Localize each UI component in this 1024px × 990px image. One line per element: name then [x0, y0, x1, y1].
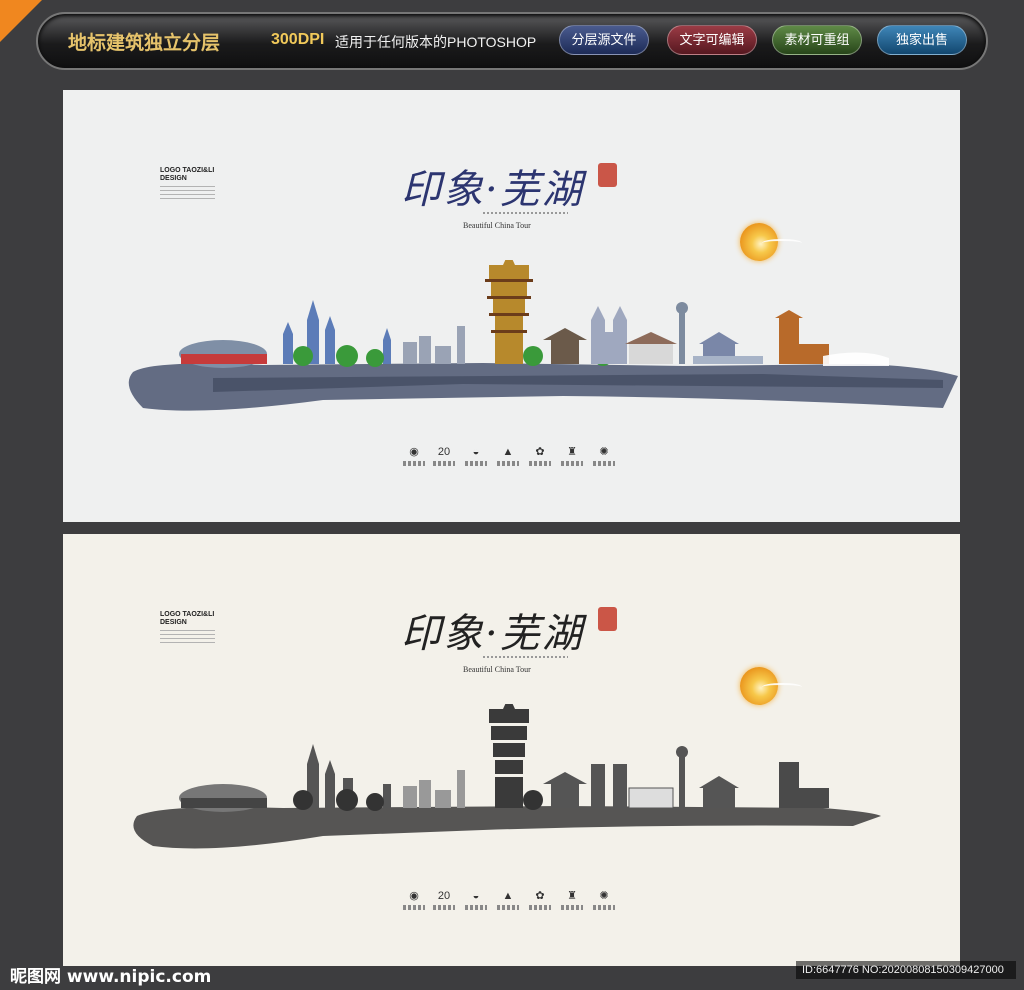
- editable-text-button[interactable]: 文字可编辑: [667, 25, 757, 55]
- feature-icon-row: ◉ 20 ◒ ▲ ✿ ♜ ✺: [403, 890, 623, 920]
- header-dpi: 300DPI: [271, 31, 325, 48]
- layered-source-button[interactable]: 分层源文件: [559, 25, 649, 55]
- flower-icon: ✿: [535, 446, 545, 458]
- red-seal-stamp: [598, 607, 617, 631]
- fan-icon: ◒: [472, 890, 480, 902]
- red-seal-stamp: [598, 163, 617, 187]
- poster-tagline: Beautiful China Tour: [463, 221, 531, 230]
- cloud-swirl: [762, 239, 802, 247]
- fan-icon: ◒: [472, 446, 480, 458]
- feature-icon-row: ◉ 20 ◒ ▲ ✿ ♜ ✺: [403, 446, 623, 476]
- poster-logo: LOGO TAOZI&LI DESIGN: [160, 167, 215, 182]
- graduation-cap-icon: ▲: [502, 890, 514, 902]
- poster-ink: LOGO TAOZI&LI DESIGN 印象·芜湖 Beautiful Chi…: [63, 534, 960, 966]
- tagline-dots: [483, 656, 568, 658]
- number-20-label: 20: [437, 446, 451, 458]
- watermark-brand: 昵图网 www.nipic.com: [10, 967, 212, 987]
- tagline-dots: [483, 212, 568, 214]
- header-bar: 地标建筑独立分层 300DPI 适用于任何版本的PHOTOSHOP 分层源文件 …: [36, 12, 988, 70]
- poster-tagline: Beautiful China Tour: [463, 665, 531, 674]
- number-20-label: 20: [437, 890, 451, 902]
- sun-rays-icon: ✺: [599, 890, 609, 902]
- poster-calligraphy-title: 印象·芜湖: [401, 167, 584, 213]
- flower-icon: ✿: [535, 890, 545, 902]
- cloud-swirl: [762, 683, 802, 691]
- city-skyline-ink: [133, 704, 881, 849]
- poster-logo: LOGO TAOZI&LI DESIGN: [160, 611, 215, 626]
- header-description: 适用于任何版本的PHOTOSHOP: [335, 34, 537, 50]
- graduation-cap-icon: ▲: [502, 446, 514, 458]
- building-icon: ♜: [567, 890, 577, 902]
- compass-icon: ◉: [409, 890, 419, 902]
- sun-rays-icon: ✺: [599, 446, 609, 458]
- logo-text-lines: [160, 186, 215, 200]
- compass-icon: ◉: [409, 446, 419, 458]
- building-icon: ♜: [567, 446, 577, 458]
- recombine-material-button[interactable]: 素材可重组: [772, 25, 862, 55]
- poster-calligraphy-title: 印象·芜湖: [401, 611, 584, 657]
- image-id-label: ID:6647776 NO:20200808150309427000: [796, 961, 1016, 979]
- header-title: 地标建筑独立分层: [68, 32, 221, 54]
- city-skyline-color: [128, 260, 958, 411]
- logo-text-lines: [160, 630, 215, 644]
- poster-color: LOGO TAOZI&LI DESIGN 印象·芜湖 Beautiful Chi…: [63, 90, 960, 522]
- exclusive-sale-button[interactable]: 独家出售: [877, 25, 967, 55]
